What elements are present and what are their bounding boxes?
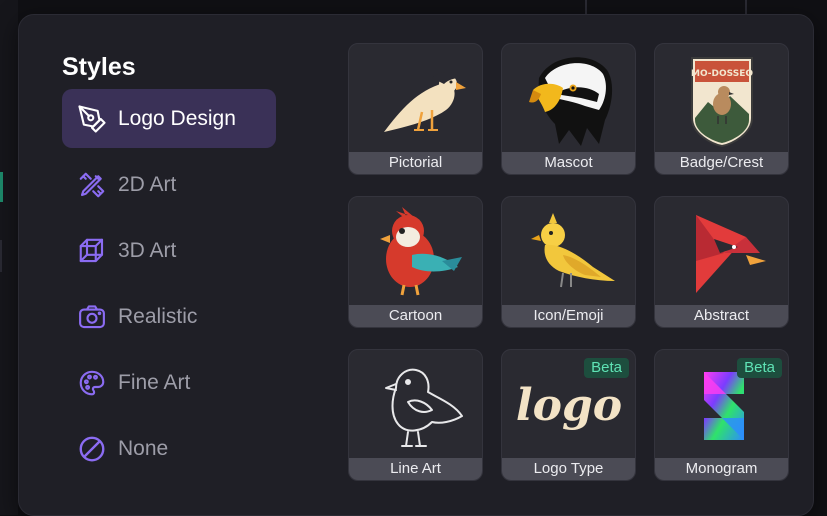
mascot-eagle-image [502, 44, 635, 152]
style-card-icon-emoji[interactable]: Icon/Emoji [501, 196, 636, 328]
abstract-bird-image [655, 197, 788, 305]
background-divider [585, 0, 587, 14]
style-label: Monogram [655, 458, 788, 480]
style-label: Cartoon [349, 305, 482, 327]
menu-item-label: Fine Art [118, 370, 191, 394]
menu-item-label: 3D Art [118, 238, 177, 262]
style-card-logo-type[interactable]: logo Beta Logo Type [501, 349, 636, 481]
background-divider [0, 240, 2, 272]
cartoon-bird-image [349, 197, 482, 305]
pencil-ruler-icon [76, 169, 108, 201]
style-label: Line Art [349, 458, 482, 480]
panel-title: Styles [62, 53, 136, 81]
style-card-monogram[interactable]: Beta Monogram [654, 349, 789, 481]
styles-panel: Styles Logo Design 2D Art 3D Art Realist… [18, 14, 814, 516]
menu-item-none[interactable]: None [62, 419, 276, 478]
logo-type-text: logo [515, 380, 621, 431]
menu-item-3d-art[interactable]: 3D Art [62, 221, 276, 280]
style-label: Badge/Crest [655, 152, 788, 174]
style-label: Logo Type [502, 458, 635, 480]
style-card-abstract[interactable]: Abstract [654, 196, 789, 328]
badge-crest-image: MO-DOSSEO [655, 44, 788, 152]
menu-item-fine-art[interactable]: Fine Art [62, 353, 276, 412]
menu-item-label: Logo Design [118, 106, 236, 130]
menu-item-logo-design[interactable]: Logo Design [62, 89, 276, 148]
style-card-mascot[interactable]: Mascot [501, 43, 636, 175]
style-card-cartoon[interactable]: Cartoon [348, 196, 483, 328]
style-label: Mascot [502, 152, 635, 174]
cube-icon [76, 235, 108, 267]
background-indicator [0, 172, 3, 202]
menu-item-label: 2D Art [118, 172, 177, 196]
beta-badge: Beta [737, 358, 782, 378]
line-art-bird-image [349, 350, 482, 458]
style-label: Icon/Emoji [502, 305, 635, 327]
pen-nib-icon [76, 103, 108, 135]
background-divider [745, 0, 747, 14]
pictorial-bird-image [349, 44, 482, 152]
background-strip [0, 0, 18, 515]
style-label: Pictorial [349, 152, 482, 174]
menu-item-label: None [118, 436, 169, 460]
style-card-line-art[interactable]: Line Art [348, 349, 483, 481]
menu-item-2d-art[interactable]: 2D Art [62, 155, 276, 214]
style-card-badge-crest[interactable]: MO-DOSSEO Badge/Crest [654, 43, 789, 175]
camera-icon [76, 301, 108, 333]
menu-item-realistic[interactable]: Realistic [62, 287, 276, 346]
style-card-pictorial[interactable]: Pictorial [348, 43, 483, 175]
beta-badge: Beta [584, 358, 629, 378]
palette-icon [76, 367, 108, 399]
badge-crest-text: MO-DOSSEO [691, 69, 753, 79]
style-label: Abstract [655, 305, 788, 327]
icon-emoji-bird-image [502, 197, 635, 305]
menu-item-label: Realistic [118, 304, 198, 328]
ban-icon [76, 433, 108, 465]
